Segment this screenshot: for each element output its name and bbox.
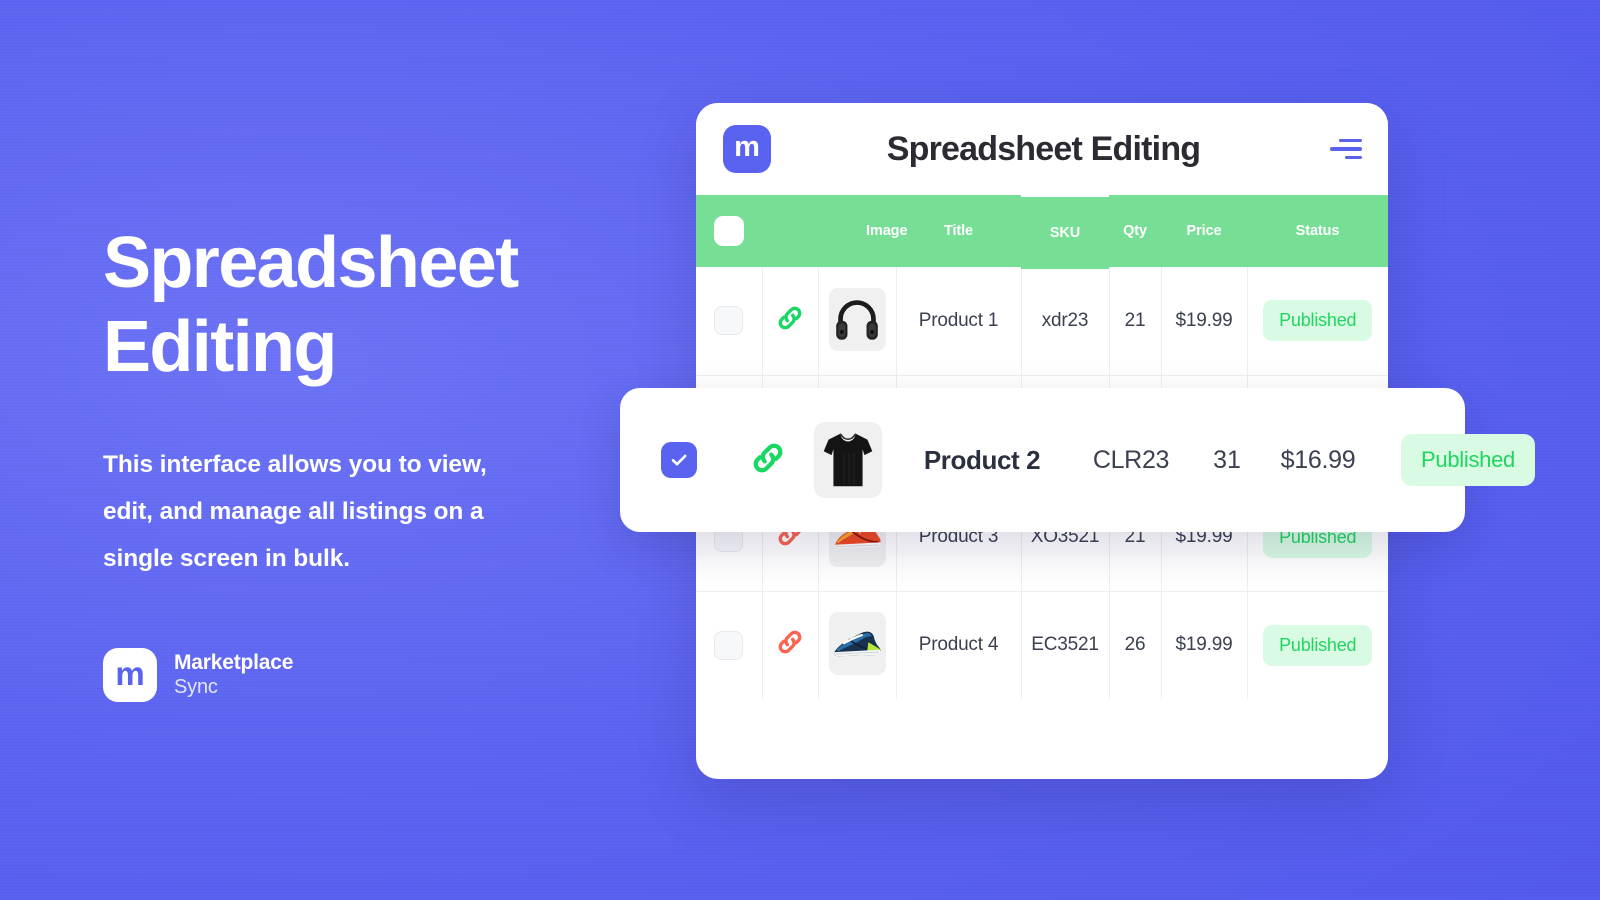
select-all-checkbox[interactable] [714,216,744,246]
row-title: Product 1 [896,267,1022,376]
app-header: m Spreadsheet Editing [696,103,1388,195]
row-checkbox[interactable] [714,630,744,660]
link-icon[interactable] [775,303,805,339]
select-all-header [696,195,762,267]
row-link-cell [762,591,819,699]
column-header-price[interactable]: Price [1161,195,1247,267]
column-header-qty[interactable]: Qty [1109,195,1161,267]
row-title: Product 4 [896,591,1022,699]
row-qty: 31 [1213,445,1241,474]
hamburger-line-2 [1330,147,1362,151]
brand-logo-icon: m [103,648,157,703]
row-select-cell [696,591,763,699]
highlighted-row-card[interactable]: Product 2 CLR23 31 $16.99 Published [620,388,1535,532]
product-thumbnail-headphones[interactable] [828,287,886,351]
column-header-image[interactable]: Image [818,195,908,267]
hamburger-line-1 [1339,138,1362,143]
table-header-row: Image Title SKU Qty Price Status [696,195,1388,269]
row-sku: xdr23 [1021,267,1110,376]
row-sku: CLR23 [1092,445,1170,474]
table-row[interactable]: Product 4 EC3521 26 $19.99 Published [696,591,1388,699]
row-qty: 21 [1109,267,1162,376]
status-badge: Published [1263,300,1373,342]
poster-canvas: Spreadsheet Editing This interface allow… [0,0,1600,900]
brand-subtitle: Sync [174,676,218,699]
brand-name: Marketplace [174,651,294,675]
table-row[interactable]: Product 1 xdr23 21 $19.99 Published [696,267,1388,376]
row-link-cell [738,439,798,482]
link-icon[interactable] [775,627,805,663]
row-select-cell [620,442,738,478]
row-qty: 26 [1109,591,1162,699]
row-select-cell [696,267,763,376]
hamburger-line-3 [1345,155,1362,160]
row-sku: EC3521 [1021,591,1110,699]
row-image-cell [818,267,897,376]
brand-logo-letter: m [115,654,145,692]
column-header-status[interactable]: Status [1247,195,1388,267]
hamburger-menu-icon[interactable] [1322,132,1362,166]
column-header-sku[interactable]: SKU [1021,197,1109,269]
hero-panel: Spreadsheet Editing This interface allow… [103,222,623,703]
row-checkbox-checked[interactable] [661,442,697,478]
app-title: Spreadsheet Editing [886,129,1201,168]
row-image-cell [798,422,898,498]
brand-lockup: m Marketplace Sync [103,648,623,703]
row-price: $19.99 [1161,591,1248,699]
link-icon[interactable] [749,439,787,482]
product-thumbnail-blue-sneaker[interactable] [828,612,886,675]
column-header-title[interactable]: Title [896,195,1021,267]
product-thumbnail-tshirt[interactable] [814,422,882,498]
brand-text: Marketplace Sync [174,651,293,699]
hero-description: This interface allows you to view, edit,… [103,451,487,573]
page-title: Spreadsheet Editing [103,223,519,387]
row-status-cell: Published [1378,434,1558,486]
row-image-cell [818,591,897,699]
row-title: Product 2 [923,444,1041,475]
status-badge: Published [1263,624,1373,666]
row-price: $16.99 [1280,445,1356,474]
app-logo-icon: m [723,125,771,173]
link-column-header [762,195,818,267]
row-status-cell: Published [1247,591,1388,699]
row-checkbox[interactable] [714,306,744,336]
row-link-cell [762,267,819,376]
row-price: $19.99 [1161,267,1248,376]
row-status-cell: Published [1247,267,1388,376]
app-logo-letter: m [734,130,760,163]
status-badge: Published [1401,434,1535,486]
